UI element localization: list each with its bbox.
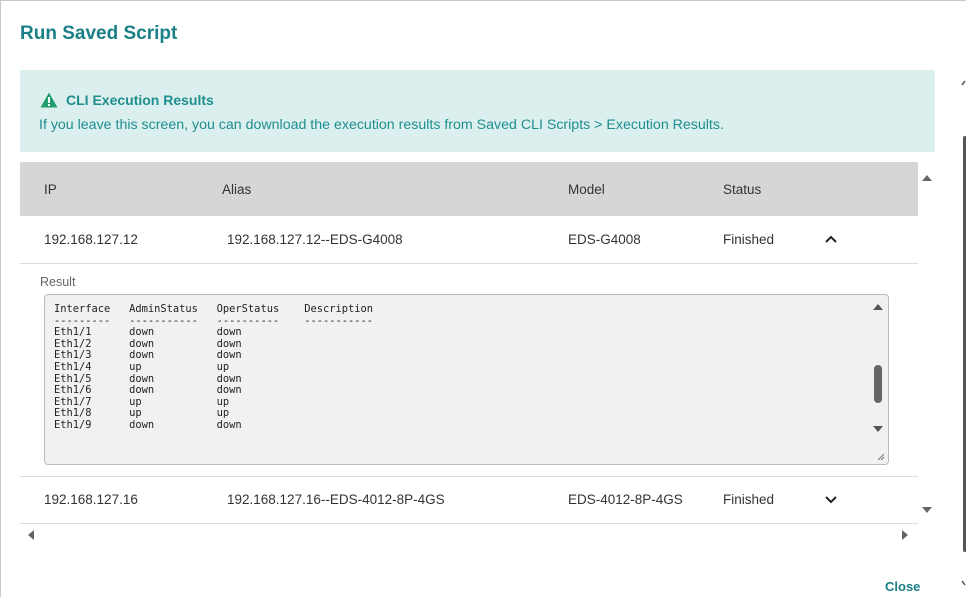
table-horizontal-scrollbar-graphic [28, 530, 908, 540]
chevron-up-icon[interactable] [821, 229, 841, 249]
dialog-title: Run Saved Script [20, 23, 178, 44]
cell-alias: 192.168.127.16--EDS-4012-8P-4GS [227, 492, 445, 507]
result-textarea[interactable]: Interface AdminStatus OperStatus Descrip… [44, 294, 889, 465]
cell-model: EDS-G4008 [568, 232, 641, 247]
result-scrollbar[interactable] [868, 295, 888, 464]
column-header-model[interactable]: Model [568, 182, 605, 197]
column-header-ip[interactable]: IP [44, 182, 57, 197]
table-horizontal-scrollbar[interactable] [20, 527, 918, 543]
page-scrollbar-graphic [961, 80, 966, 586]
banner-heading-row: CLI Execution Results [40, 92, 214, 108]
cell-ip: 192.168.127.16 [44, 492, 138, 507]
cell-model: EDS-4012-8P-4GS [568, 492, 683, 507]
cell-alias: 192.168.127.12--EDS-G4008 [227, 232, 403, 247]
close-button[interactable]: Close [885, 579, 920, 594]
banner-message: If you leave this screen, you can downlo… [39, 117, 724, 133]
cell-ip: 192.168.127.12 [44, 232, 138, 247]
chevron-down-icon[interactable] [821, 489, 841, 509]
cell-status: Finished [723, 232, 775, 247]
table-header: IP Alias Model Status [20, 162, 918, 216]
column-header-alias[interactable]: Alias [222, 182, 251, 197]
result-panel: Result Interface AdminStatus OperStatus … [20, 264, 918, 477]
page-scrollbar[interactable] [956, 61, 966, 598]
column-header-status[interactable]: Status [723, 182, 761, 197]
results-table: IP Alias Model Status 192.168.127.12 192… [20, 162, 918, 524]
table-row[interactable]: 192.168.127.12 192.168.127.12--EDS-G4008… [20, 217, 918, 264]
result-scrollbar-graphic [873, 304, 885, 461]
run-saved-script-dialog: Run Saved Script CLI Execution Results I… [0, 0, 966, 597]
info-banner: CLI Execution Results If you leave this … [20, 70, 935, 152]
warning-icon [40, 92, 58, 108]
result-output: Interface AdminStatus OperStatus Descrip… [54, 303, 374, 431]
table-vertical-scrollbar-graphic [922, 175, 932, 513]
table-vertical-scrollbar[interactable] [919, 162, 935, 524]
banner-heading: CLI Execution Results [66, 92, 214, 108]
cell-status: Finished [723, 492, 775, 507]
table-row[interactable]: 192.168.127.16 192.168.127.16--EDS-4012-… [20, 477, 918, 524]
result-label: Result [40, 275, 76, 289]
